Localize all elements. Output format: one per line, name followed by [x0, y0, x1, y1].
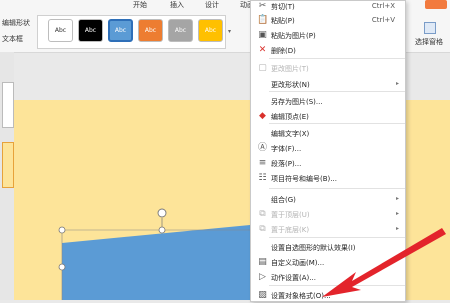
menu-item[interactable]: 另存为图片(S)...	[251, 94, 405, 109]
menu-item-shortcut: Ctrl+X	[371, 2, 395, 10]
action-icon: ▷	[259, 272, 266, 282]
change-picture-icon: ▢	[258, 63, 267, 73]
menu-item[interactable]: ▤ 自定义动画(M)...	[251, 255, 405, 270]
menu-separator	[269, 237, 405, 238]
delete-icon: ✕	[258, 45, 267, 55]
menu-item-label: 更改图片(T)	[271, 65, 309, 73]
menu-item-label: 字体(F)...	[271, 145, 302, 153]
menu-item[interactable]: ◆ 编辑顶点(E)	[251, 109, 405, 124]
menu-item-label: 编辑文字(X)	[271, 130, 310, 138]
menu-item-label: 删除(D)	[271, 47, 296, 55]
menu-item[interactable]: ☷ 项目符号和编号(B)...	[251, 171, 405, 186]
resize-handle[interactable]	[158, 226, 166, 234]
menu-item-label: 编辑顶点(E)	[271, 113, 309, 121]
menu-item[interactable]: 📋 粘贴(P) Ctrl+V	[251, 13, 405, 28]
submenu-arrow-icon: ▸	[395, 195, 399, 202]
menu-separator	[269, 188, 405, 189]
paste-icon: 📋	[257, 15, 269, 25]
menu-item: ▢ 更改图片(T)	[251, 61, 405, 76]
font-icon: Ⓐ	[257, 143, 267, 153]
menu-item-label: 置于底层(K)	[271, 226, 310, 234]
menu-item[interactable]: ✕ 删除(D)	[251, 43, 405, 58]
menu-item[interactable]: ▣ 粘贴为图片(P)	[251, 28, 405, 43]
menu-item: ⧉ 置于顶层(U) ▸	[251, 207, 405, 222]
menu-item-label: 更改形状(N)	[271, 81, 310, 89]
bullets-icon: ☷	[258, 173, 267, 183]
menu-separator	[269, 285, 405, 286]
menu-item-label: 粘贴(P)	[271, 17, 295, 25]
menu-item[interactable]: 编辑文字(X)	[251, 126, 405, 141]
menu-item[interactable]: 组合(G) ▸	[251, 192, 405, 207]
menu-item-label: 粘贴为图片(P)	[271, 32, 316, 40]
context-menu: ✂ 剪切(T) Ctrl+X 📋 粘贴(P) Ctrl+V ▣ 粘贴为图片(P) ✕ 删除(D) ▢…	[250, 0, 406, 302]
submenu-arrow-icon: ▸	[395, 210, 399, 217]
menu-item[interactable]: Ⓐ 字体(F)...	[251, 141, 405, 156]
paragraph-icon: ≡	[258, 158, 267, 168]
animation-icon: ▤	[258, 257, 267, 267]
submenu-arrow-icon: ▸	[395, 80, 399, 87]
send-back-icon: ⧉	[259, 224, 266, 234]
menu-item[interactable]: ▷ 动作设置(A)...	[251, 270, 405, 285]
menu-separator	[269, 58, 405, 59]
menu-item-label: 设置自选图形的默认效果(I)	[271, 244, 356, 252]
rotate-handle-icon[interactable]	[157, 208, 167, 218]
resize-handle[interactable]	[58, 226, 66, 234]
menu-item-label: 自定义动画(M)...	[271, 259, 325, 267]
scissors-icon: ✂	[258, 1, 267, 11]
menu-item-label: 剪切(T)	[271, 3, 295, 11]
format-object-icon: ▨	[258, 290, 267, 300]
selected-shape[interactable]	[62, 225, 250, 300]
menu-item-shortcut: Ctrl+V	[371, 16, 395, 24]
menu-item: ⧉ 置于底层(K) ▸	[251, 222, 405, 237]
edit-points-icon: ◆	[259, 111, 266, 121]
menu-item[interactable]: 更改形状(N) ▸	[251, 77, 405, 92]
menu-item[interactable]: ≡ 段落(P)...	[251, 156, 405, 171]
menu-item-label: 置于顶层(U)	[271, 211, 310, 219]
menu-item-label: 段落(P)...	[271, 160, 302, 168]
menu-item[interactable]: ✂ 剪切(T) Ctrl+X	[251, 0, 405, 14]
menu-item-label: 另存为图片(S)...	[271, 98, 323, 106]
bring-front-icon: ⧉	[259, 209, 266, 219]
menu-item-label: 动作设置(A)...	[271, 274, 316, 282]
resize-handle[interactable]	[58, 263, 66, 271]
menu-item-label: 组合(G)	[271, 196, 296, 204]
paste-image-icon: ▣	[258, 30, 267, 40]
menu-item[interactable]: 设置自选图形的默认效果(I)	[251, 240, 405, 255]
menu-item-label: 项目符号和编号(B)...	[271, 175, 337, 183]
menu-item[interactable]: ▨ 设置对象格式(O)...	[251, 288, 405, 303]
submenu-arrow-icon: ▸	[395, 225, 399, 232]
